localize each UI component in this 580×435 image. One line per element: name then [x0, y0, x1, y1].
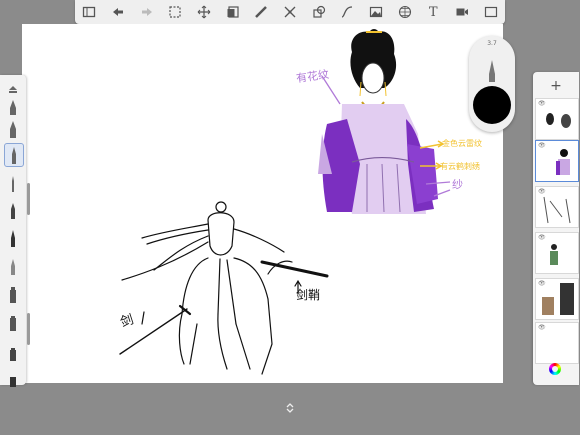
current-color-swatch[interactable]	[473, 86, 511, 124]
selection-icon[interactable]	[166, 3, 184, 21]
expand-handle-icon[interactable]	[285, 402, 295, 414]
visibility-icon[interactable]: 👁	[538, 188, 546, 195]
ruler-icon[interactable]	[252, 3, 270, 21]
brush-panel	[0, 75, 30, 387]
layer-thumbnail-4[interactable]: 👁	[535, 232, 579, 274]
brush-smudge[interactable]	[4, 311, 22, 333]
brush-ink[interactable]	[4, 199, 22, 221]
shapes-icon[interactable]	[310, 3, 328, 21]
visibility-icon[interactable]: 👁	[538, 142, 546, 149]
video-icon[interactable]	[453, 3, 471, 21]
visibility-icon[interactable]: 👁	[538, 234, 546, 241]
layers-panel: + 👁 👁 👁 👁 👁 👁	[533, 72, 579, 385]
layer-thumbnail-1[interactable]: 👁	[535, 98, 579, 140]
undo-icon[interactable]	[109, 3, 127, 21]
brush-paint[interactable]	[4, 95, 22, 117]
brush-eraser[interactable]	[4, 341, 22, 363]
brush-calligraphy[interactable]	[4, 227, 22, 249]
annotation-scabbard: 剑鞘	[296, 288, 321, 302]
brush-puck: 3.7	[469, 36, 515, 132]
layer-thumbnail-6[interactable]: 👁	[535, 322, 579, 364]
brush-airbrush[interactable]	[4, 255, 22, 277]
brush-marker[interactable]	[4, 118, 22, 140]
visibility-icon[interactable]: 👁	[538, 324, 546, 331]
top-toolbar: T	[75, 0, 505, 24]
brush-fill[interactable]	[4, 367, 22, 389]
transform-icon[interactable]	[195, 3, 213, 21]
curve-icon[interactable]	[338, 3, 356, 21]
drawing-canvas[interactable]: 有花纹 金色云雷纹 有云鹤刺绣 纱 剑 剑鞘	[22, 24, 503, 383]
brush-scrollbar-lower[interactable]	[27, 313, 30, 345]
color-wheel-icon[interactable]	[549, 363, 561, 375]
brush-ballpoint[interactable]	[4, 172, 22, 194]
layer-thumbnail-3[interactable]: 👁	[535, 186, 579, 228]
redo-icon[interactable]	[138, 3, 156, 21]
brush-selected[interactable]	[4, 143, 24, 167]
image-icon[interactable]	[367, 3, 385, 21]
brush-blender[interactable]	[4, 283, 22, 305]
text-tool-label: T	[428, 4, 438, 20]
layer-icon[interactable]	[224, 3, 242, 21]
swordsman-drawing	[119, 201, 329, 375]
symmetry-icon[interactable]	[281, 3, 299, 21]
add-layer-button[interactable]: +	[533, 78, 579, 94]
layer-thumbnail-5[interactable]: 👁	[535, 278, 579, 320]
text-icon[interactable]: T	[424, 3, 442, 21]
brush-preview-icon[interactable]	[469, 46, 515, 86]
fullscreen-icon[interactable]	[482, 3, 500, 21]
visibility-icon[interactable]: 👁	[538, 280, 546, 287]
brush-scrollbar[interactable]	[27, 183, 30, 215]
visibility-icon[interactable]: 👁	[538, 100, 546, 107]
perspective-icon[interactable]	[396, 3, 414, 21]
layer-thumbnail-2[interactable]: 👁	[535, 140, 579, 182]
gallery-icon[interactable]	[80, 3, 98, 21]
